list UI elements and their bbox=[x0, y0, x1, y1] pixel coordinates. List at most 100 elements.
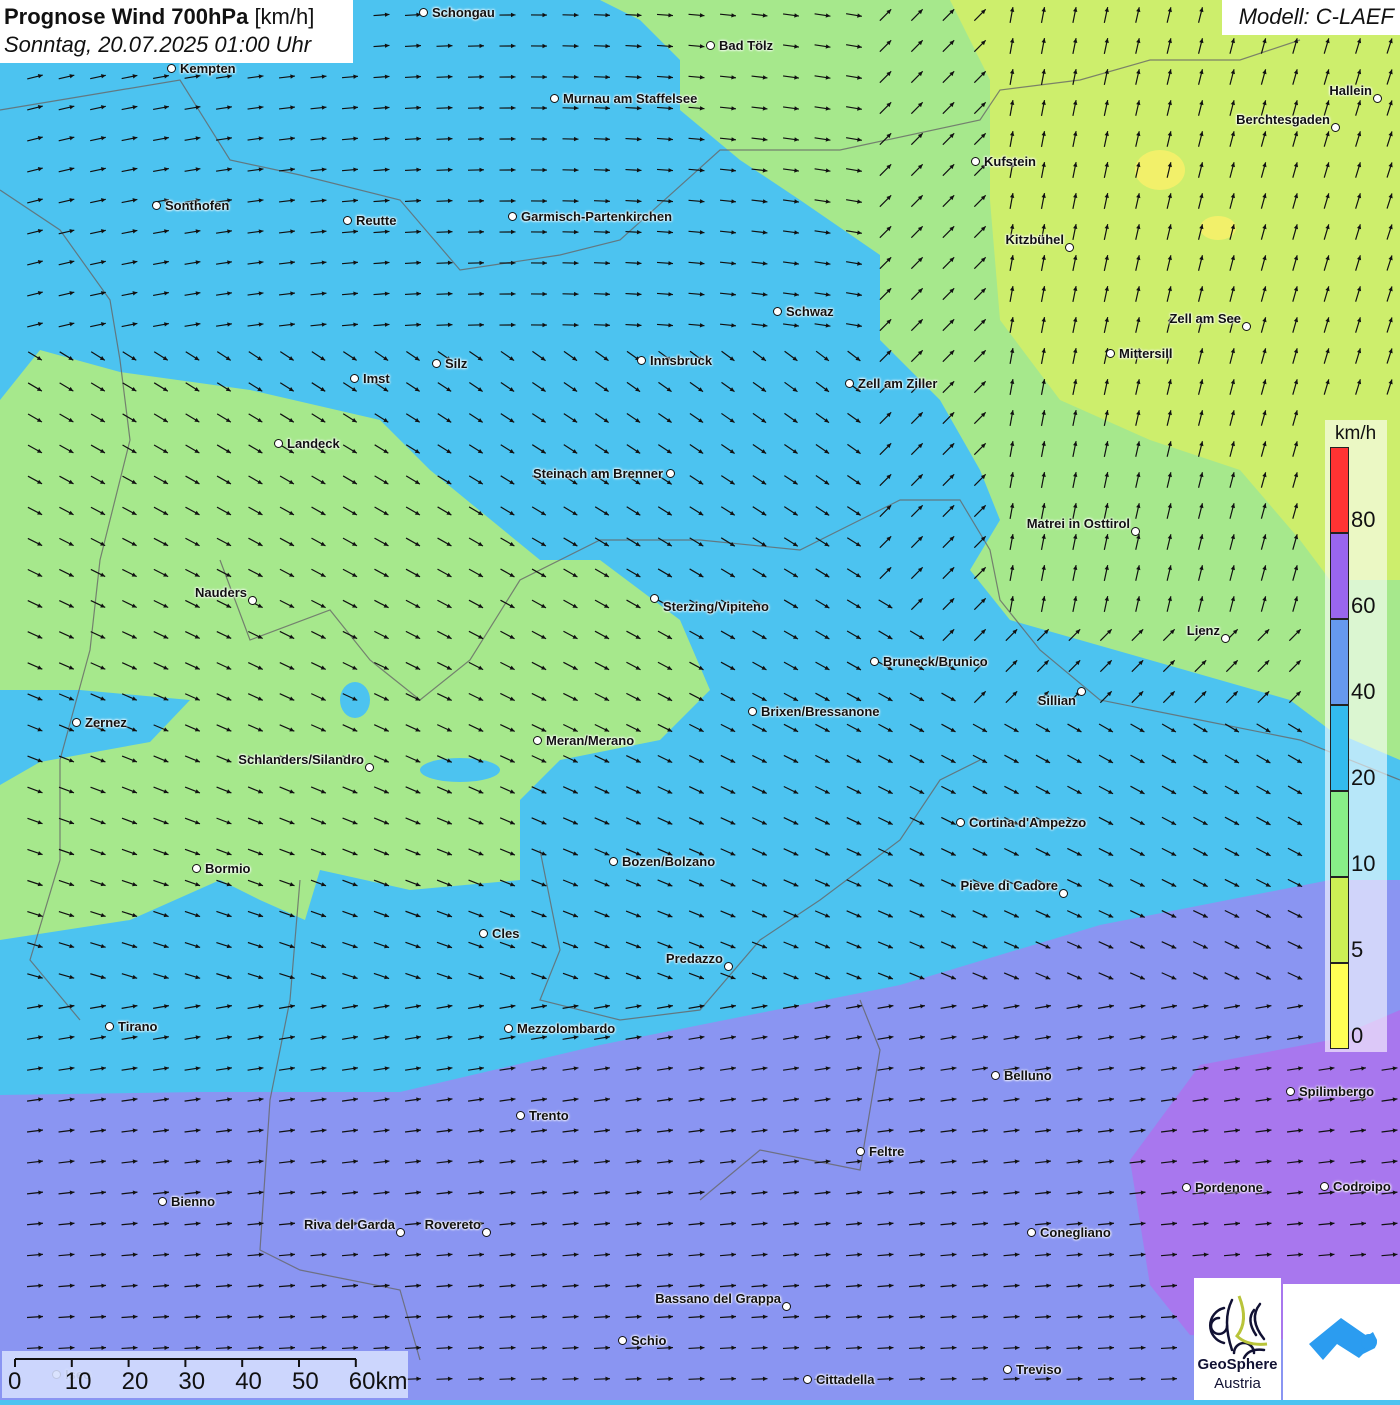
city-marker[interactable] bbox=[550, 94, 559, 103]
city-label[interactable]: Codroipo bbox=[1333, 1179, 1391, 1194]
city-marker[interactable] bbox=[991, 1071, 1000, 1080]
city-marker[interactable] bbox=[1077, 687, 1086, 696]
city-marker[interactable] bbox=[803, 1375, 812, 1384]
city-marker[interactable] bbox=[350, 374, 359, 383]
city-marker[interactable] bbox=[1221, 634, 1230, 643]
city-label[interactable]: Nauders bbox=[195, 585, 247, 600]
city-label[interactable]: Hallein bbox=[1329, 83, 1372, 98]
city-marker[interactable] bbox=[248, 596, 257, 605]
city-marker[interactable] bbox=[167, 64, 176, 73]
weather-app-logo[interactable] bbox=[1283, 1284, 1400, 1400]
city-label[interactable]: Feltre bbox=[869, 1144, 904, 1159]
city-label[interactable]: Mezzolombardo bbox=[517, 1021, 615, 1036]
city-label[interactable]: Matrei in Osttirol bbox=[1027, 516, 1130, 531]
city-marker[interactable] bbox=[706, 41, 715, 50]
city-label[interactable]: Zell am See bbox=[1169, 311, 1241, 326]
city-marker[interactable] bbox=[419, 8, 428, 17]
city-label[interactable]: Imst bbox=[363, 371, 390, 386]
city-label[interactable]: Conegliano bbox=[1040, 1225, 1111, 1240]
city-marker[interactable] bbox=[748, 707, 757, 716]
city-label[interactable]: Bassano del Grappa bbox=[655, 1291, 781, 1306]
city-label[interactable]: Kufstein bbox=[984, 154, 1036, 169]
city-marker[interactable] bbox=[533, 736, 542, 745]
city-marker[interactable] bbox=[1373, 94, 1382, 103]
city-label[interactable]: Pordenone bbox=[1195, 1180, 1263, 1195]
city-label[interactable]: Pieve di Cadore bbox=[960, 878, 1058, 893]
city-label[interactable]: Predazzo bbox=[666, 951, 723, 966]
city-marker[interactable] bbox=[504, 1024, 513, 1033]
city-label[interactable]: Murnau am Staffelsee bbox=[563, 91, 697, 106]
city-marker[interactable] bbox=[637, 356, 646, 365]
city-label[interactable]: Belluno bbox=[1004, 1068, 1052, 1083]
city-label[interactable]: Cortina d'Ampezzo bbox=[969, 815, 1086, 830]
city-marker[interactable] bbox=[72, 718, 81, 727]
city-label[interactable]: Berchtesgaden bbox=[1236, 112, 1330, 127]
city-label[interactable]: Tirano bbox=[118, 1019, 158, 1034]
city-label[interactable]: Zernez bbox=[85, 715, 127, 730]
city-marker[interactable] bbox=[1106, 349, 1115, 358]
city-marker[interactable] bbox=[152, 201, 161, 210]
city-marker[interactable] bbox=[508, 212, 517, 221]
city-label[interactable]: Schwaz bbox=[786, 304, 834, 319]
city-label[interactable]: Spilimbergo bbox=[1299, 1084, 1374, 1099]
city-marker[interactable] bbox=[482, 1228, 491, 1237]
city-marker[interactable] bbox=[1131, 527, 1140, 536]
city-marker[interactable] bbox=[1331, 123, 1340, 132]
city-marker[interactable] bbox=[870, 657, 879, 666]
city-label[interactable]: Bozen/Bolzano bbox=[622, 854, 715, 869]
city-marker[interactable] bbox=[479, 929, 488, 938]
city-label[interactable]: Schlanders/Silandro bbox=[238, 752, 364, 767]
city-marker[interactable] bbox=[192, 864, 201, 873]
city-marker[interactable] bbox=[609, 857, 618, 866]
city-marker[interactable] bbox=[432, 359, 441, 368]
city-label[interactable]: Treviso bbox=[1016, 1362, 1062, 1377]
city-marker[interactable] bbox=[650, 594, 659, 603]
city-label[interactable]: Landeck bbox=[287, 436, 340, 451]
city-marker[interactable] bbox=[1242, 322, 1251, 331]
city-marker[interactable] bbox=[724, 962, 733, 971]
city-label[interactable]: Cles bbox=[492, 926, 519, 941]
city-label[interactable]: Rovereto bbox=[425, 1217, 481, 1232]
city-marker[interactable] bbox=[105, 1022, 114, 1031]
geosphere-austria-logo[interactable]: GeoSphere Austria bbox=[1194, 1278, 1281, 1400]
city-label[interactable]: Schio bbox=[631, 1333, 666, 1348]
city-marker[interactable] bbox=[1059, 889, 1068, 898]
city-label[interactable]: Sillian bbox=[1038, 693, 1076, 708]
city-marker[interactable] bbox=[1003, 1365, 1012, 1374]
city-marker[interactable] bbox=[1320, 1182, 1329, 1191]
city-marker[interactable] bbox=[956, 818, 965, 827]
city-label[interactable]: Steinach am Brenner bbox=[533, 466, 663, 481]
city-label[interactable]: Bienno bbox=[171, 1194, 215, 1209]
city-label[interactable]: Bormio bbox=[205, 861, 251, 876]
city-marker[interactable] bbox=[365, 763, 374, 772]
city-marker[interactable] bbox=[856, 1147, 865, 1156]
city-label[interactable]: Sonthofen bbox=[165, 198, 229, 213]
city-marker[interactable] bbox=[1027, 1228, 1036, 1237]
city-label[interactable]: Garmisch-Partenkirchen bbox=[521, 209, 672, 224]
city-label[interactable]: Silz bbox=[445, 356, 467, 371]
city-marker[interactable] bbox=[773, 307, 782, 316]
city-label[interactable]: Brixen/Bressanone bbox=[761, 704, 880, 719]
city-label[interactable]: Riva del Garda bbox=[304, 1217, 395, 1232]
city-label[interactable]: Kitzbühel bbox=[1006, 232, 1065, 247]
city-marker[interactable] bbox=[618, 1336, 627, 1345]
city-marker[interactable] bbox=[1286, 1087, 1295, 1096]
city-marker[interactable] bbox=[1065, 243, 1074, 252]
city-marker[interactable] bbox=[782, 1302, 791, 1311]
city-label[interactable]: Zell am Ziller bbox=[858, 376, 937, 391]
city-label[interactable]: Trento bbox=[529, 1108, 569, 1123]
city-marker[interactable] bbox=[516, 1111, 525, 1120]
city-label[interactable]: Mittersill bbox=[1119, 346, 1172, 361]
city-label[interactable]: Innsbruck bbox=[650, 353, 712, 368]
city-label[interactable]: Lienz bbox=[1187, 623, 1220, 638]
city-label[interactable]: Meran/Merano bbox=[546, 733, 634, 748]
city-marker[interactable] bbox=[1182, 1183, 1191, 1192]
city-label[interactable]: Schongau bbox=[432, 5, 495, 20]
city-marker[interactable] bbox=[845, 379, 854, 388]
city-marker[interactable] bbox=[158, 1197, 167, 1206]
city-marker[interactable] bbox=[396, 1228, 405, 1237]
city-marker[interactable] bbox=[274, 439, 283, 448]
city-label[interactable]: Kempten bbox=[180, 61, 236, 76]
city-label[interactable]: Bad Tölz bbox=[719, 38, 773, 53]
city-label[interactable]: Reutte bbox=[356, 213, 396, 228]
